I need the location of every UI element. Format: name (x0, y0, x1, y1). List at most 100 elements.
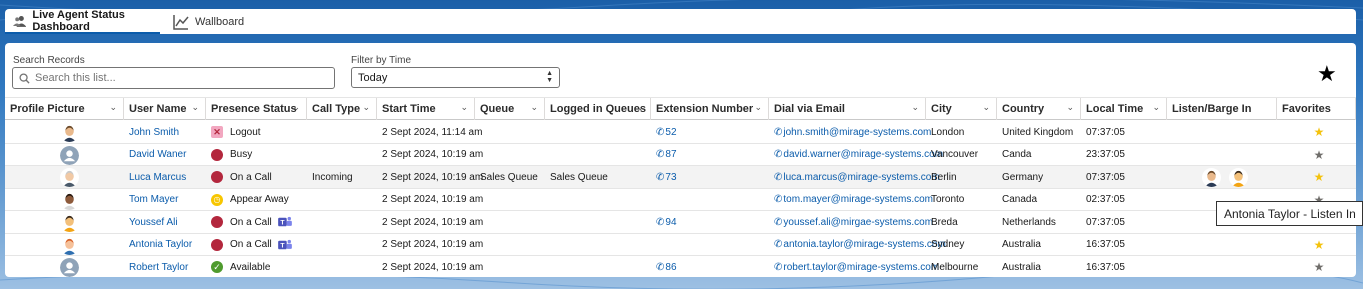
dial-email-link[interactable]: robert.taylor@mirage-systems.com (783, 262, 939, 273)
chevron-down-icon[interactable]: ⌄ (1152, 102, 1160, 113)
extension-link[interactable]: 86 (665, 262, 676, 273)
barge-in-avatar[interactable] (1229, 167, 1248, 187)
user-name-link[interactable]: Antonia Taylor (129, 239, 192, 250)
column-header-email[interactable]: Dial via Email ⌄ (769, 98, 926, 120)
column-header-time[interactable]: Local Time ⌄ (1081, 98, 1167, 120)
avatar (60, 168, 79, 187)
column-header-listen[interactable]: Listen/Barge In (1167, 98, 1277, 120)
extension-link[interactable]: 73 (665, 172, 676, 183)
country-text: Australia (1002, 261, 1041, 273)
table-header: Profile Picture ⌄ User Name ⌄ Presence Statu… (5, 97, 1356, 120)
column-header-country[interactable]: Country ⌄ (997, 98, 1081, 120)
table-row[interactable]: David Waner Busy 2 Sept 2024, 10:19 am ✆ 87 ✆… (5, 144, 1356, 166)
favorite-star-icon[interactable]: ★ (1314, 238, 1325, 252)
listen-in-avatar[interactable] (1202, 167, 1221, 187)
user-name-link[interactable]: Robert Taylor (129, 262, 188, 273)
chevron-down-icon[interactable]: ⌄ (292, 102, 300, 113)
chevron-down-icon[interactable]: ⌄ (362, 102, 370, 113)
dial-email-cell: ✆ tom.mayer@mirage-systems.com (774, 189, 933, 211)
call-type-text: Incoming (312, 171, 353, 183)
table-row[interactable]: Robert Taylor ✓ Available 2 Sept 2024, 10:1… (5, 256, 1356, 277)
phone-icon: ✆ (774, 216, 783, 228)
table-row[interactable]: Antonia Taylor On a Call T 2 Sept 2024, 10:… (5, 234, 1356, 256)
chevron-down-icon[interactable]: ⌄ (460, 102, 468, 113)
agents-icon (13, 15, 27, 27)
column-header-logged[interactable]: Logged in Queues ⌄ (545, 98, 651, 120)
teams-icon: T (277, 216, 292, 227)
presence-status-cell: ✕ Logout (211, 121, 307, 143)
user-name-link[interactable]: David Waner (129, 149, 186, 160)
start-time-cell: 2 Sept 2024, 10:19 am (382, 166, 483, 188)
dial-email-link[interactable]: john.smith@mirage-systems.com (783, 127, 931, 138)
column-header-queue[interactable]: Queue ⌄ (475, 98, 545, 120)
country-cell: Canda (1002, 144, 1081, 166)
presence-status-text: Logout (230, 126, 261, 138)
tab-wallboard[interactable]: Wallboard (165, 9, 265, 34)
dial-email-link[interactable]: antonia.taylor@mirage-systems.com (783, 239, 945, 250)
user-name-link[interactable]: Youssef Ali (129, 217, 178, 228)
logged-in-queues-cell (550, 189, 651, 211)
chevron-down-icon[interactable]: ⌄ (109, 102, 117, 113)
user-name-link[interactable]: Luca Marcus (129, 172, 186, 183)
column-header-profile[interactable]: Profile Picture ⌄ (5, 98, 124, 120)
dial-email-link[interactable]: david.warner@mirage-systems.com (783, 149, 943, 160)
user-name-link[interactable]: Tom Mayer (129, 194, 178, 205)
presence-status-text: Busy (230, 149, 253, 160)
presence-status-text: On a Call (230, 216, 272, 228)
dial-email-link[interactable]: luca.marcus@mirage-systems.com (783, 172, 939, 183)
dial-email-link[interactable]: tom.mayer@mirage-systems.com (783, 194, 933, 205)
column-header-ext[interactable]: Extension Number ⌄ (651, 98, 769, 120)
chevron-down-icon[interactable]: ⌄ (911, 102, 919, 113)
favorite-star-icon[interactable]: ★ (1314, 260, 1325, 274)
phone-icon: ✆ (774, 194, 783, 205)
favorite-star-icon[interactable]: ★ (1314, 148, 1325, 162)
column-header-city[interactable]: City ⌄ (926, 98, 997, 120)
column-header-calltype[interactable]: Call Type ⌄ (307, 98, 377, 120)
country-cell: Australia (1002, 256, 1081, 277)
local-time-text: 23:37:05 (1086, 149, 1125, 160)
column-header-label: Presence Status (211, 103, 297, 115)
time-filter-select[interactable]: Today ▲ ▼ (351, 67, 560, 88)
chevron-down-icon[interactable]: ⌄ (191, 102, 199, 113)
local-time-text: 16:37:05 (1086, 261, 1125, 273)
presence-status-text: On a Call (230, 239, 272, 250)
chevron-down-icon[interactable]: ⌄ (636, 102, 644, 113)
table-row[interactable]: Youssef Ali On a Call T 2 Sept 2024, 10:19 … (5, 211, 1356, 234)
column-header-status[interactable]: Presence Status ⌄ (206, 98, 307, 120)
extension-link[interactable]: 52 (665, 127, 676, 138)
presence-status-cell: On a Call T (211, 234, 307, 256)
tab-live-agent-status-dashboard[interactable]: Live Agent Status Dashboard (5, 9, 160, 34)
column-header-fav[interactable]: Favorites (1277, 98, 1356, 120)
column-header-name[interactable]: User Name ⌄ (124, 98, 206, 120)
start-time-text: 2 Sept 2024, 10:19 am (382, 149, 484, 160)
extension-cell: ✆ 86 (656, 256, 769, 277)
chevron-down-icon[interactable]: ⌄ (754, 102, 762, 113)
profile-picture-cell (10, 144, 124, 166)
user-name-link[interactable]: John Smith (129, 127, 179, 138)
search-field[interactable] (12, 67, 335, 89)
favorite-star-icon[interactable]: ★ (1314, 125, 1325, 139)
favorite-star-icon[interactable]: ★ (1314, 170, 1325, 184)
extension-link[interactable]: 87 (665, 149, 676, 160)
column-header-start[interactable]: Start Time ⌄ (377, 98, 475, 120)
chevron-down-icon[interactable]: ⌄ (982, 102, 990, 113)
country-text: Germany (1002, 171, 1044, 183)
table-row[interactable]: Tom Mayer ◷ Appear Away 2 Sept 2024, 10:19 … (5, 189, 1356, 211)
table-row[interactable]: John Smith ✕ Logout 2 Sept 2024, 11:14 am ✆ 5… (5, 121, 1356, 144)
city-cell: Vancouver (931, 144, 997, 166)
search-input[interactable] (35, 72, 325, 84)
presence-status-cell: On a Call (211, 166, 307, 188)
start-time-cell: 2 Sept 2024, 10:19 am (382, 256, 483, 277)
dial-email-link[interactable]: youssef.ali@mirgae-systems.com (783, 217, 933, 228)
local-time-text: 07:37:05 (1086, 126, 1125, 138)
favorites-star-icon[interactable]: ★ (1317, 61, 1337, 87)
start-time-text: 2 Sept 2024, 10:19 am (382, 261, 484, 273)
search-icon (19, 72, 30, 84)
logged-queues-text: Sales Queue (550, 171, 608, 183)
chevron-down-icon[interactable]: ⌄ (530, 102, 538, 113)
extension-link[interactable]: 94 (665, 217, 676, 228)
local-time-cell: 07:37:05 (1086, 211, 1167, 233)
presence-status-cell: ✓ Available (211, 256, 307, 277)
chevron-down-icon[interactable]: ⌄ (1066, 102, 1074, 113)
table-row[interactable]: Luca Marcus On a Call Incoming 2 Sept 2024,… (5, 166, 1356, 189)
